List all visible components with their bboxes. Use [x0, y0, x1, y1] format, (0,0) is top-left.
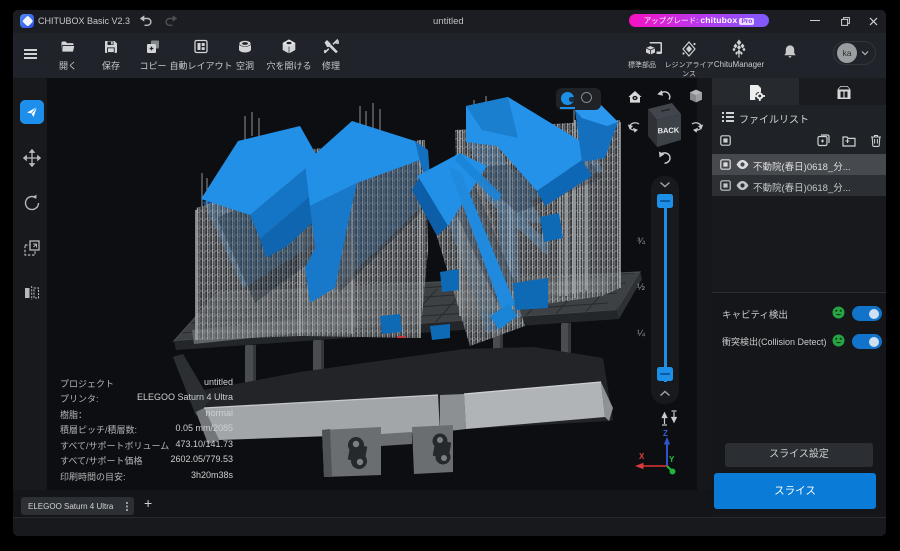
svg-text:Z: Z	[663, 429, 668, 438]
svg-text:X: X	[639, 452, 645, 461]
svg-text:BACK: BACK	[657, 126, 680, 136]
svg-text:Y: Y	[669, 455, 675, 464]
